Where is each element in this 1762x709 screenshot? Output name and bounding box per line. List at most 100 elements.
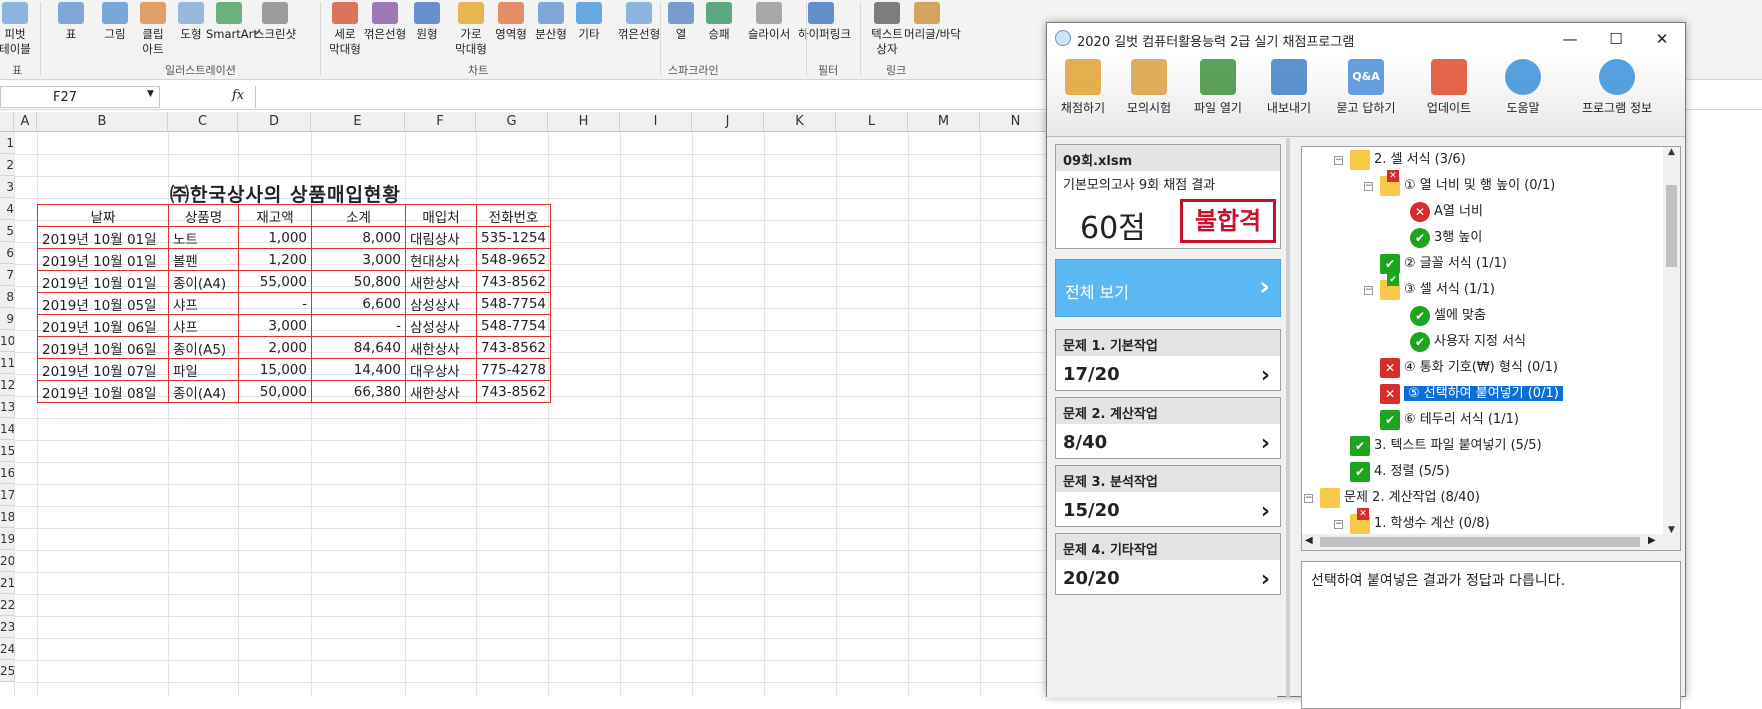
row-header[interactable]: 25: [0, 660, 14, 682]
row-header[interactable]: 19: [0, 528, 14, 550]
table-cell[interactable]: 노트: [168, 226, 239, 249]
table-cell[interactable]: 삼성상사: [405, 292, 477, 315]
table-header-cell[interactable]: 매입처: [405, 204, 477, 227]
problem-card-1[interactable]: 문제 1. 기본작업 17/20 ›: [1055, 329, 1281, 391]
row-header[interactable]: 10: [0, 330, 14, 352]
tree-node[interactable]: ✔ 3행 높이: [1410, 227, 1482, 249]
collapse-icon[interactable]: −: [1364, 182, 1373, 191]
table-cell[interactable]: 파일: [168, 358, 239, 381]
name-box-dropdown-icon[interactable]: ▼: [147, 89, 154, 99]
ribbon-button-20[interactable]: 머리글/바닥: [904, 0, 961, 64]
column-header[interactable]: B: [37, 112, 168, 132]
scroll-left-icon[interactable]: ◀: [1305, 535, 1313, 546]
row-header[interactable]: 23: [0, 616, 14, 638]
table-cell[interactable]: 현대상사: [405, 248, 477, 271]
table-cell[interactable]: 2019년 10월 01일: [37, 248, 169, 271]
row-header[interactable]: 16: [0, 462, 14, 484]
scroll-right-icon[interactable]: ▶: [1648, 535, 1656, 546]
table-cell[interactable]: 2019년 10월 08일: [37, 380, 169, 403]
tree-node[interactable]: ✔ ② 글꼴 서식 (1/1): [1380, 253, 1507, 275]
hscroll-thumb[interactable]: [1320, 537, 1640, 547]
ribbon-button-18[interactable]: 하이퍼링크: [798, 0, 851, 64]
table-cell[interactable]: 새한상사: [405, 380, 477, 403]
select-all-corner[interactable]: [0, 112, 14, 132]
table-cell[interactable]: 66,380: [311, 380, 406, 403]
column-header[interactable]: L: [836, 112, 908, 132]
table-cell[interactable]: 볼펜: [168, 248, 239, 271]
row-header[interactable]: 11: [0, 352, 14, 374]
problem-card-3[interactable]: 문제 3. 분석작업 15/20 ›: [1055, 465, 1281, 527]
tree-node[interactable]: ✔ ③ 셀 서식 (1/1): [1380, 273, 1495, 301]
row-header[interactable]: 12: [0, 374, 14, 396]
tree-vertical-scrollbar[interactable]: ▲ ▼: [1663, 147, 1680, 535]
table-cell[interactable]: 8,000: [311, 226, 406, 249]
scroll-thumb[interactable]: [1666, 185, 1677, 267]
column-header[interactable]: E: [311, 112, 405, 132]
toolbar-button-4[interactable]: Q&A 묻고 답하기: [1329, 59, 1403, 131]
table-cell[interactable]: 3,000: [311, 248, 406, 271]
toolbar-button-1[interactable]: 모의시험: [1119, 59, 1179, 131]
table-cell[interactable]: 새한상사: [405, 270, 477, 293]
table-cell[interactable]: 2019년 10월 05일: [37, 292, 169, 315]
table-cell[interactable]: 2,000: [238, 336, 312, 359]
ribbon-button-6[interactable]: 스크린샷: [252, 0, 298, 64]
problem-card-4[interactable]: 문제 4. 기타작업 20/20 ›: [1055, 533, 1281, 595]
toolbar-button-5[interactable]: 업데이트: [1409, 59, 1489, 131]
table-cell[interactable]: 84,640: [311, 336, 406, 359]
row-header[interactable]: 18: [0, 506, 14, 528]
table-cell[interactable]: 50,800: [311, 270, 406, 293]
row-header[interactable]: 2: [0, 154, 14, 176]
table-cell[interactable]: 2019년 10월 06일: [37, 314, 169, 337]
tree-node[interactable]: ✔ ⑥ 테두리 서식 (1/1): [1380, 409, 1519, 431]
ribbon-button-5[interactable]: SmartArt: [206, 0, 258, 64]
table-header-cell[interactable]: 소계: [311, 204, 406, 227]
tree-node[interactable]: 문제 2. 계산작업 (8/40): [1320, 487, 1480, 509]
tree-node[interactable]: ✔ 사용자 지정 서식: [1410, 331, 1526, 353]
table-cell[interactable]: 743-8562: [476, 380, 551, 403]
collapse-icon[interactable]: −: [1304, 494, 1313, 503]
tree-node[interactable]: ✕ ① 열 너비 및 행 높이 (0/1): [1380, 169, 1555, 197]
table-cell[interactable]: 종이(A5): [168, 336, 239, 359]
table-cell[interactable]: 2019년 10월 01일: [37, 226, 169, 249]
table-cell[interactable]: 50,000: [238, 380, 312, 403]
row-header[interactable]: 20: [0, 550, 14, 572]
column-header[interactable]: C: [168, 112, 238, 132]
row-header[interactable]: 8: [0, 286, 14, 308]
view-all-button[interactable]: 전체 보기 ›: [1055, 259, 1281, 317]
column-header[interactable]: N: [980, 112, 1052, 132]
column-header[interactable]: A: [14, 112, 37, 132]
tree-node[interactable]: ✕ ⑤ 선택하여 붙여넣기 (0/1): [1380, 383, 1563, 405]
tree-node[interactable]: ✔ 셀에 맞춤: [1410, 305, 1486, 327]
scroll-up-icon[interactable]: ▲: [1663, 147, 1680, 157]
column-header[interactable]: H: [548, 112, 620, 132]
splitter[interactable]: [1286, 138, 1290, 698]
table-cell[interactable]: -: [311, 314, 406, 337]
table-header-cell[interactable]: 날짜: [37, 204, 169, 227]
column-header[interactable]: K: [764, 112, 836, 132]
chevron-right-icon[interactable]: ›: [1261, 567, 1270, 592]
row-header[interactable]: 13: [0, 396, 14, 418]
ribbon-button-1[interactable]: 표: [48, 0, 94, 64]
table-cell[interactable]: 샤프: [168, 292, 239, 315]
row-header[interactable]: 9: [0, 308, 14, 330]
table-cell[interactable]: 종이(A4): [168, 270, 239, 293]
tree-horizontal-scrollbar[interactable]: ◀ ▶: [1302, 534, 1680, 550]
table-cell[interactable]: 대림상사: [405, 226, 477, 249]
table-cell[interactable]: 743-8562: [476, 336, 551, 359]
ribbon-button-9[interactable]: 원형: [404, 0, 450, 64]
tree-node[interactable]: ✔ 3. 텍스트 파일 붙여넣기 (5/5): [1350, 435, 1542, 457]
table-cell[interactable]: 6,600: [311, 292, 406, 315]
column-header[interactable]: J: [692, 112, 764, 132]
toolbar-button-2[interactable]: 파일 열기: [1183, 59, 1253, 131]
row-header[interactable]: 4: [0, 198, 14, 220]
row-header[interactable]: 3: [0, 176, 14, 198]
ribbon-button-13[interactable]: 기타: [566, 0, 612, 64]
ribbon-button-17[interactable]: 슬라이서: [746, 0, 792, 64]
table-cell[interactable]: 대우상사: [405, 358, 477, 381]
tree-node[interactable]: 2. 셀 서식 (3/6): [1350, 149, 1466, 171]
row-header[interactable]: 22: [0, 594, 14, 616]
row-header[interactable]: 5: [0, 220, 14, 242]
table-cell[interactable]: 743-8562: [476, 270, 551, 293]
toolbar-button-7[interactable]: 프로그램 정보: [1557, 59, 1677, 131]
ribbon-button-0[interactable]: 피벗 테이블: [0, 0, 38, 64]
